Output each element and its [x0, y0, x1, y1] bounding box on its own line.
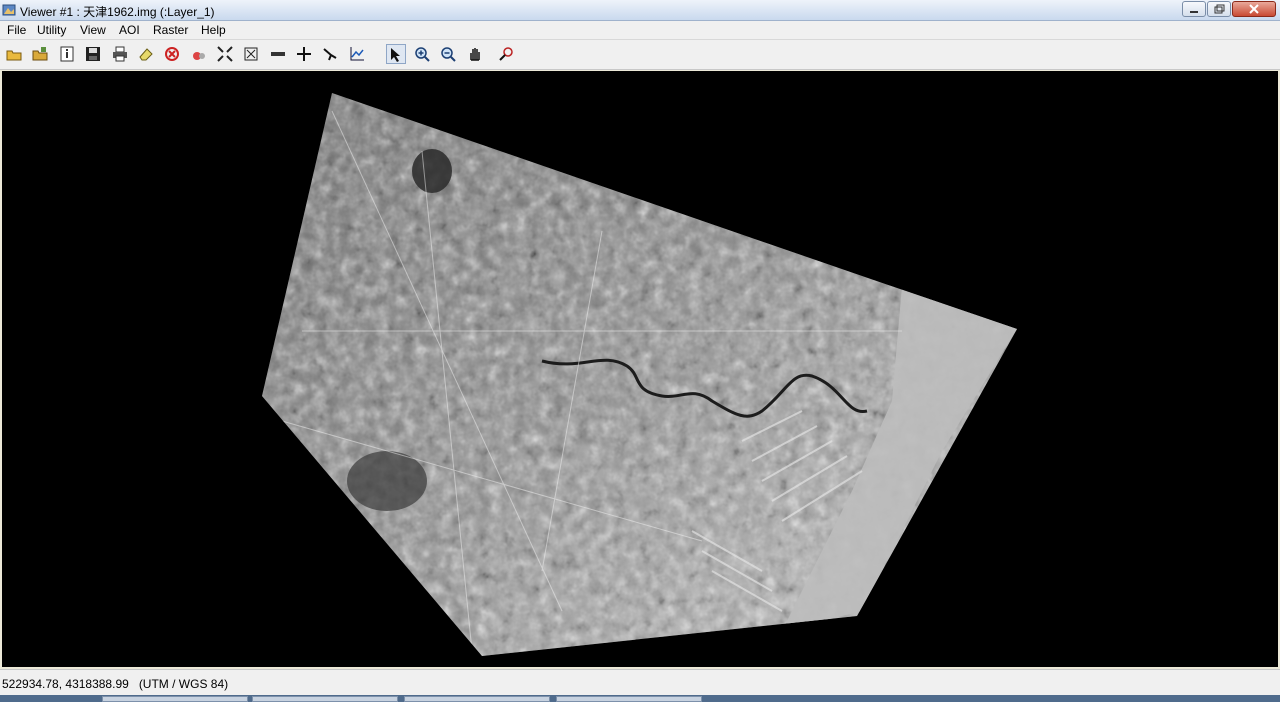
- cursor-coordinates: 522934.78, 4318388.99 (UTM / WGS 84): [2, 677, 229, 691]
- maximize-button[interactable]: [1207, 1, 1231, 17]
- close-layer-icon: [165, 47, 179, 61]
- zoom-out-button[interactable]: [438, 44, 458, 64]
- viewer-canvas[interactable]: [2, 71, 1278, 667]
- menu-utility[interactable]: Utility: [37, 23, 66, 37]
- projection-label: (UTM / WGS 84): [138, 677, 229, 691]
- profile-icon: [350, 47, 364, 61]
- menu-raster[interactable]: Raster: [153, 23, 188, 37]
- menu-help[interactable]: Help: [201, 23, 226, 37]
- print-icon: [113, 46, 127, 62]
- open-button[interactable]: [4, 44, 24, 64]
- window-title: Viewer #1 : 天津1962.img (:Layer_1): [20, 5, 215, 19]
- taskbar-item[interactable]: [404, 696, 550, 702]
- title-bar: Viewer #1 : 天津1962.img (:Layer_1): [0, 0, 1280, 21]
- menu-aoi[interactable]: AOI: [119, 23, 140, 37]
- zoom-in-icon: [415, 47, 430, 62]
- crosshair-icon: [297, 47, 311, 61]
- zoom-out-icon: [441, 47, 456, 62]
- clear-icon: [193, 52, 205, 60]
- fit-icon: [217, 46, 233, 62]
- taskbar-item[interactable]: [102, 696, 248, 702]
- open-layer-button[interactable]: [30, 44, 50, 64]
- save-button[interactable]: [83, 44, 103, 64]
- print-button[interactable]: [110, 44, 130, 64]
- pan-icon: [470, 48, 480, 61]
- info-button[interactable]: [57, 44, 77, 64]
- menu-file[interactable]: File: [7, 23, 26, 37]
- extent-icon: [244, 47, 258, 61]
- taskbar-item[interactable]: [556, 696, 702, 702]
- zoom-in-button[interactable]: [412, 44, 432, 64]
- extent-button[interactable]: [241, 44, 261, 64]
- close-button[interactable]: [1232, 1, 1276, 17]
- link-button[interactable]: [496, 44, 516, 64]
- eraser-button[interactable]: [136, 44, 156, 64]
- close-layer-button[interactable]: [162, 44, 182, 64]
- minimize-button[interactable]: [1182, 1, 1206, 17]
- info-icon: [60, 46, 74, 62]
- profile-button[interactable]: [347, 44, 367, 64]
- select-icon: [391, 48, 400, 62]
- clear-button[interactable]: [189, 44, 209, 64]
- status-bar: 522934.78, 4318388.99 (UTM / WGS 84): [0, 669, 1280, 696]
- raster-image: [262, 93, 1017, 656]
- open-layer-icon: [32, 47, 48, 61]
- restore-icon: [1214, 4, 1225, 14]
- minimize-icon: [1190, 11, 1198, 13]
- taskbar-item[interactable]: [252, 696, 398, 702]
- measure-button[interactable]: [268, 44, 288, 64]
- menu-bar: File Utility View AOI Raster Help: [0, 21, 1280, 40]
- inquire-icon: [323, 48, 337, 61]
- save-icon: [86, 47, 100, 61]
- open-icon: [6, 50, 22, 61]
- menu-view[interactable]: View: [80, 23, 106, 37]
- link-icon: [499, 47, 513, 61]
- select-button[interactable]: [386, 44, 406, 64]
- pan-button[interactable]: [465, 44, 485, 64]
- fit-button[interactable]: [215, 44, 235, 64]
- taskbar: [0, 695, 1280, 702]
- measure-icon: [271, 52, 285, 56]
- toolbar: [0, 40, 1280, 70]
- close-icon: [1249, 4, 1259, 14]
- inquire-button[interactable]: [320, 44, 340, 64]
- crosshair-button[interactable]: [294, 44, 314, 64]
- eraser-icon: [139, 48, 153, 61]
- viewer-app-icon: [2, 4, 16, 16]
